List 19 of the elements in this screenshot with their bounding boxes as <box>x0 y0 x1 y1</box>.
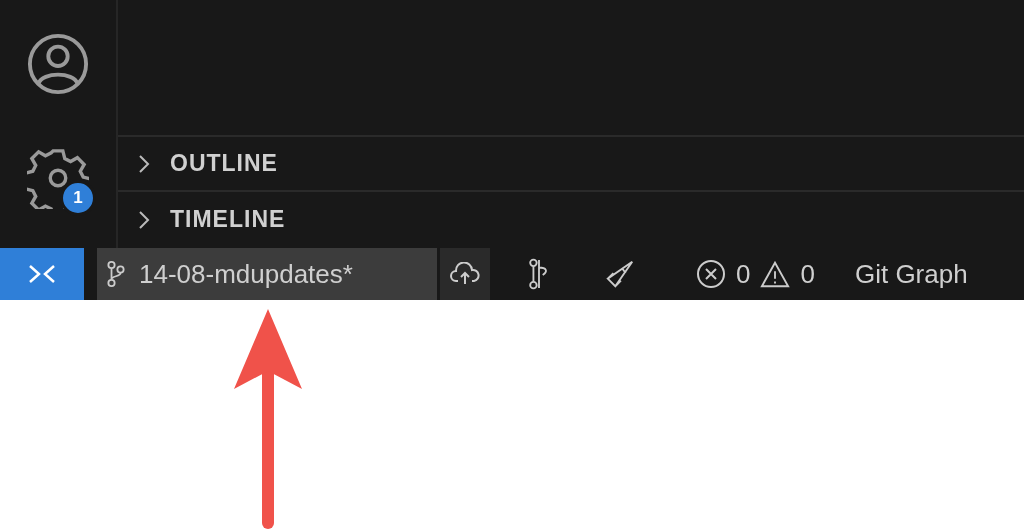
error-icon <box>696 259 726 289</box>
warning-icon <box>760 259 791 289</box>
publish-button[interactable] <box>440 248 490 300</box>
account-icon[interactable] <box>27 33 89 95</box>
branch-icon <box>107 259 125 289</box>
error-count: 0 <box>736 258 751 290</box>
cloud-upload-icon <box>449 262 481 286</box>
git-graph-button[interactable]: Git Graph <box>854 248 968 300</box>
branch-button[interactable]: 14-08-mdupdates* <box>97 248 437 300</box>
section-header[interactable]: TIMELINE <box>118 192 1024 247</box>
section-header[interactable]: OUTLINE <box>118 137 1024 192</box>
chevron-icon <box>138 153 150 174</box>
remote-button[interactable] <box>0 248 84 300</box>
remote-icon <box>27 262 57 286</box>
rocket-icon[interactable] <box>604 258 636 290</box>
notification-badge: 1 <box>60 180 96 216</box>
warning-count: 0 <box>800 258 815 290</box>
problems-button[interactable]: 0 0 <box>696 258 815 290</box>
chevron-icon <box>138 209 150 230</box>
